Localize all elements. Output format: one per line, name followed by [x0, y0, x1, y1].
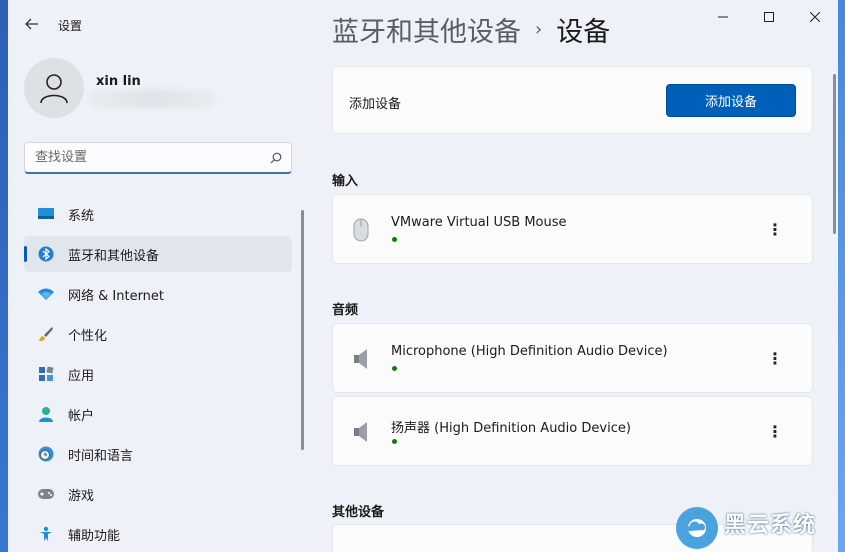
sidebar-item-label: 网络 & Internet [68, 288, 165, 304]
window-controls [700, 0, 838, 34]
breadcrumb-parent[interactable]: 蓝牙和其他设备 [332, 10, 521, 49]
connected-status-dot [392, 237, 397, 242]
search-icon[interactable] [261, 152, 291, 164]
add-device-label: 添加设备 [349, 97, 402, 112]
device-card-microphone[interactable]: Microphone (High Definition Audio Device… [332, 323, 813, 393]
wifi-icon [24, 287, 68, 301]
maximize-icon [764, 12, 774, 22]
device-name: VMware Virtual USB Mouse [391, 215, 567, 230]
page-title: 设备 [556, 17, 611, 48]
watermark-title: 黑云系统 [724, 512, 817, 538]
system-icon [24, 207, 68, 221]
sidebar-item-time-language[interactable]: 时间和语言 [24, 436, 292, 472]
more-options-button[interactable]: ⋮ [763, 419, 787, 443]
back-button[interactable] [20, 12, 44, 36]
app-title: 设置 [58, 19, 83, 33]
device-card-speaker[interactable]: 扬声器 (High Definition Audio Device) ⋮ [332, 396, 813, 466]
sidebar-item-label: 辅助功能 [68, 528, 121, 544]
chevron-right-icon: › [535, 19, 543, 40]
section-title-other: 其他设备 [332, 505, 385, 520]
device-name: Microphone (High Definition Audio Device… [391, 344, 668, 359]
minimize-button[interactable] [700, 0, 746, 34]
sidebar-item-label: 时间和语言 [68, 448, 134, 464]
maximize-button[interactable] [746, 0, 792, 34]
user-email-redacted [88, 90, 216, 108]
sidebar-item-label: 系统 [68, 208, 95, 224]
accessibility-icon [24, 526, 68, 542]
sidebar-item-network[interactable]: 网络 & Internet [24, 276, 292, 312]
apps-icon [24, 366, 68, 382]
minimize-icon [718, 16, 728, 18]
connected-status-dot [392, 439, 397, 444]
watermark-logo: 黑云系统 heiyunxitong.com [676, 503, 845, 552]
settings-window: 设置 xin lin 查找设置 系统 蓝牙和其他设备 网络 & Internet… [8, 0, 838, 552]
gamepad-icon [24, 488, 68, 500]
arrow-left-icon [25, 18, 38, 30]
cloud-logo-icon [676, 506, 718, 549]
main-scrollbar[interactable] [833, 74, 836, 234]
sidebar-item-apps[interactable]: 应用 [24, 356, 292, 392]
watermark-subtitle: heiyunxitong.com [724, 538, 805, 549]
section-title-input: 输入 [332, 174, 359, 189]
search-input[interactable] [25, 150, 261, 165]
sidebar-item-bluetooth[interactable]: 蓝牙和其他设备 [24, 236, 292, 272]
more-options-button[interactable]: ⋮ [763, 217, 787, 241]
more-options-button[interactable]: ⋮ [763, 346, 787, 370]
connected-status-dot [392, 366, 397, 371]
brush-icon [24, 326, 68, 342]
close-icon [810, 12, 820, 22]
sidebar-item-label: 应用 [68, 368, 95, 384]
user-name: xin lin [96, 74, 141, 89]
search-box[interactable] [24, 142, 292, 174]
device-name: 扬声器 (High Definition Audio Device) [391, 421, 631, 436]
speaker-icon [349, 346, 373, 372]
mouse-icon [349, 217, 373, 243]
add-device-button[interactable]: 添加设备 [666, 84, 796, 117]
close-button[interactable] [792, 0, 838, 34]
bluetooth-icon [24, 246, 68, 262]
sidebar-item-system[interactable]: 系统 [24, 196, 292, 232]
sidebar-item-label: 帐户 [68, 408, 95, 424]
sidebar-item-label: 蓝牙和其他设备 [68, 248, 160, 264]
sidebar-item-personalization[interactable]: 个性化 [24, 316, 292, 352]
sidebar-item-label: 游戏 [68, 488, 95, 504]
speaker-icon [349, 419, 373, 445]
sidebar-scrollbar[interactable] [301, 210, 304, 450]
sidebar-item-label: 个性化 [68, 328, 108, 344]
add-device-card: 添加设备 添加设备 [332, 66, 813, 134]
account-icon [24, 406, 68, 422]
user-icon [40, 74, 68, 104]
clock-globe-icon [24, 445, 68, 463]
device-card-mouse[interactable]: VMware Virtual USB Mouse ⋮ [332, 194, 813, 264]
breadcrumb: 蓝牙和其他设备 › 设备 [332, 10, 610, 49]
sidebar-item-accounts[interactable]: 帐户 [24, 396, 292, 432]
sidebar-item-gaming[interactable]: 游戏 [24, 476, 292, 512]
avatar[interactable] [24, 58, 84, 118]
section-title-audio: 音频 [332, 303, 359, 318]
sidebar-item-accessibility[interactable]: 辅助功能 [24, 516, 292, 552]
sidebar-nav: 系统 蓝牙和其他设备 网络 & Internet 个性化 应用 帐户 时间和语言… [24, 196, 292, 552]
